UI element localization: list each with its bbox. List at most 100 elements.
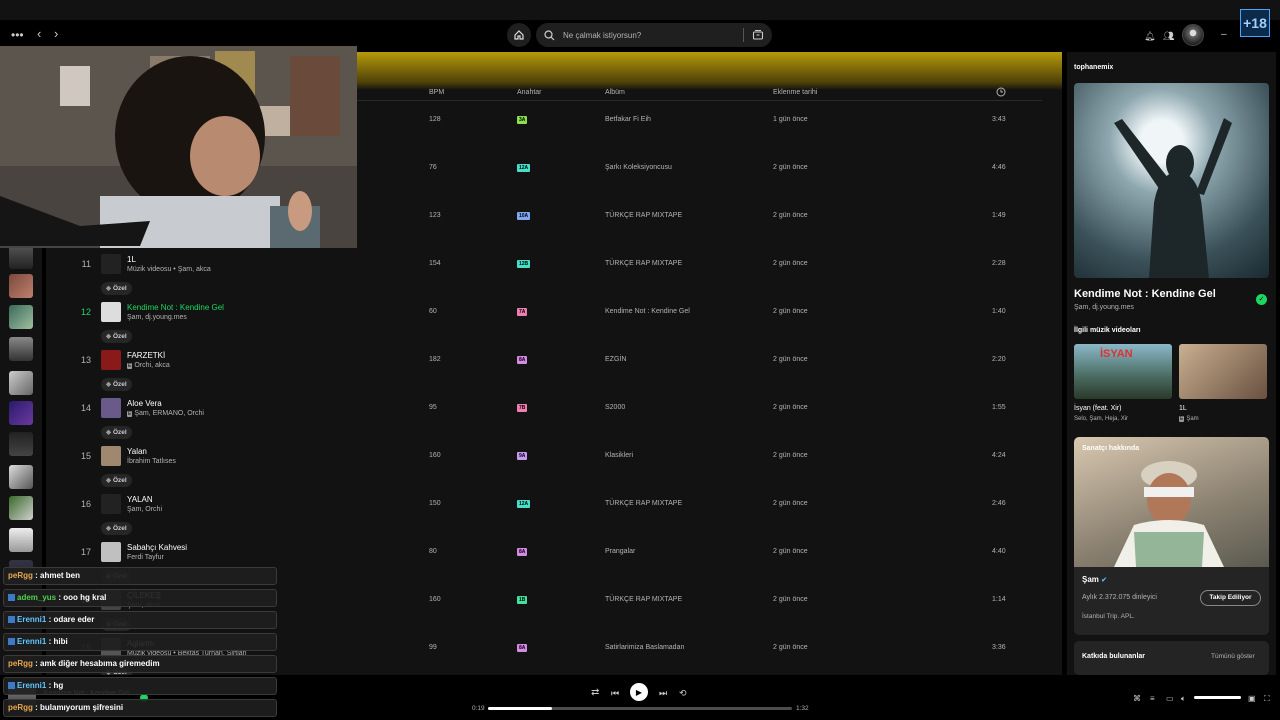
now-playing-artist[interactable]: Şam, dj.young.mes bbox=[1074, 304, 1134, 311]
table-row[interactable] bbox=[62, 492, 1042, 516]
table-row[interactable] bbox=[62, 348, 1042, 372]
search-input[interactable]: Ne çalmak istiyorsun? bbox=[536, 23, 772, 47]
ozel-tag-button[interactable]: ◆Özel bbox=[101, 378, 132, 391]
track-date-added: 2 gün önce bbox=[773, 596, 808, 603]
ozel-tag-button[interactable]: ◆Özel bbox=[101, 426, 132, 439]
track-artist[interactable]: Müzik videosu • Şam, akca bbox=[127, 266, 211, 273]
chat-username: adem_yus bbox=[17, 593, 57, 602]
lyrics-icon[interactable]: ⌘ bbox=[1133, 692, 1141, 706]
column-date-added[interactable]: Eklenme tarihi bbox=[773, 89, 817, 96]
play-pause-button[interactable]: ▶ bbox=[630, 683, 648, 701]
library-item[interactable] bbox=[9, 274, 33, 298]
ozel-tag-button[interactable]: ◆Özel bbox=[101, 330, 132, 343]
video-title[interactable]: 1L bbox=[1179, 405, 1187, 412]
track-title[interactable]: Aloe Vera bbox=[127, 399, 162, 408]
ozel-tag-button[interactable]: ◆Özel bbox=[101, 474, 132, 487]
video-thumb[interactable] bbox=[1179, 344, 1267, 399]
track-title[interactable]: 1L bbox=[127, 255, 136, 264]
fullscreen-icon[interactable]: ⛶ bbox=[1264, 692, 1270, 706]
track-album[interactable]: EZGİN bbox=[605, 356, 626, 363]
library-item[interactable] bbox=[9, 432, 33, 456]
about-artist-heading: Sanatçı hakkında bbox=[1082, 445, 1140, 452]
miniplayer-icon[interactable]: ▣ bbox=[1248, 692, 1256, 706]
track-album[interactable]: TÜRKÇE RAP MIXTAPE bbox=[605, 260, 682, 267]
browse-icon[interactable] bbox=[752, 29, 764, 41]
previous-icon[interactable]: ⏮︎ bbox=[611, 686, 619, 700]
friends-icon[interactable]: 👥︎ bbox=[1163, 29, 1174, 43]
show-all-link[interactable]: Tümünü göster bbox=[1211, 653, 1255, 660]
track-album[interactable]: Prangalar bbox=[605, 548, 635, 555]
column-key[interactable]: Anahtar bbox=[517, 89, 542, 96]
avatar[interactable] bbox=[1182, 24, 1204, 46]
artist-name[interactable]: Şam ✔ bbox=[1082, 575, 1107, 584]
ozel-label: Özel bbox=[113, 429, 127, 436]
ozel-tag-button[interactable]: ◆Özel bbox=[101, 522, 132, 535]
top-strip bbox=[0, 0, 1280, 20]
queue-icon[interactable]: ≡ bbox=[1150, 692, 1155, 706]
back-arrow-icon[interactable]: ‹ bbox=[37, 27, 41, 41]
bell-icon[interactable]: 🔔︎ bbox=[1144, 29, 1155, 43]
column-album[interactable]: Albüm bbox=[605, 89, 625, 96]
artist-description: İstanbul Trip. APL. bbox=[1082, 613, 1135, 620]
ozel-tag-button[interactable]: ◆Özel bbox=[101, 282, 132, 295]
devices-icon[interactable]: ▭ bbox=[1166, 692, 1174, 706]
track-title[interactable]: FARZETKİ bbox=[127, 351, 165, 360]
track-date-added: 2 gün önce bbox=[773, 404, 808, 411]
track-date-added: 2 gün önce bbox=[773, 452, 808, 459]
artist-photo bbox=[1074, 437, 1269, 567]
library-item[interactable] bbox=[9, 465, 33, 489]
table-row[interactable] bbox=[62, 540, 1042, 564]
artist-about-card[interactable]: Sanatçı hakkında Şam ✔ Aylık 2.372.075 d… bbox=[1074, 437, 1269, 635]
table-row[interactable] bbox=[62, 396, 1042, 420]
library-item[interactable] bbox=[9, 337, 33, 361]
more-options-icon[interactable]: ••• bbox=[11, 28, 24, 42]
shuffle-icon[interactable]: ⇄ bbox=[591, 686, 599, 700]
library-item[interactable] bbox=[9, 305, 33, 329]
key-badge: 10A bbox=[517, 212, 531, 220]
now-playing-title[interactable]: Kendime Not : Kendine Gel bbox=[1074, 288, 1216, 300]
volume-slider[interactable] bbox=[1194, 696, 1241, 699]
track-album[interactable]: TÜRKÇE RAP MIXTAPE bbox=[605, 596, 682, 603]
video-title[interactable]: İsyan (feat. Xir) bbox=[1074, 405, 1121, 412]
playlist-name[interactable]: tophanemix bbox=[1074, 64, 1113, 71]
follow-button[interactable]: Takip Ediliyor bbox=[1200, 590, 1261, 606]
video-thumb[interactable]: İSYAN bbox=[1074, 344, 1172, 399]
track-album[interactable]: Betfakar Fi Eih bbox=[605, 116, 651, 123]
next-icon[interactable]: ⏭︎ bbox=[659, 686, 667, 700]
track-title[interactable]: YALAN bbox=[127, 495, 153, 504]
track-album[interactable]: TÜRKÇE RAP MIXTAPE bbox=[605, 212, 682, 219]
column-bpm[interactable]: BPM bbox=[429, 89, 444, 96]
track-album[interactable]: Satirlarimiza Baslamadan bbox=[605, 644, 684, 651]
track-album[interactable]: Kendime Not : Kendine Gel bbox=[605, 308, 690, 315]
track-date-added: 1 gün önce bbox=[773, 116, 808, 123]
library-item[interactable] bbox=[9, 245, 33, 269]
track-album[interactable]: Klasikleri bbox=[605, 452, 633, 459]
saved-check-icon[interactable]: ✓ bbox=[1256, 294, 1267, 305]
track-artist[interactable]: E Şam, ERMANO, Orchi bbox=[127, 410, 204, 417]
volume-icon[interactable]: 🔈︎ bbox=[1181, 692, 1186, 706]
minimize-icon[interactable]: – bbox=[1221, 28, 1227, 42]
library-item[interactable] bbox=[9, 528, 33, 552]
library-item[interactable] bbox=[9, 401, 33, 425]
library-item[interactable] bbox=[9, 496, 33, 520]
track-album[interactable]: TÜRKÇE RAP MIXTAPE bbox=[605, 500, 682, 507]
forward-arrow-icon[interactable]: › bbox=[54, 27, 58, 41]
track-artist[interactable]: Ferdi Tayfur bbox=[127, 554, 164, 561]
track-title[interactable]: Kendime Not : Kendine Gel bbox=[127, 303, 224, 312]
library-item[interactable] bbox=[9, 371, 33, 395]
track-number: 14 bbox=[80, 403, 91, 413]
track-artist[interactable]: E Orchi, akca bbox=[127, 362, 170, 369]
table-row[interactable] bbox=[62, 444, 1042, 468]
track-artist[interactable]: İbrahim Tatlıses bbox=[127, 458, 176, 465]
track-album[interactable]: Şarkı Koleksiyoncusu bbox=[605, 164, 672, 171]
track-artist[interactable]: Şam, Orchi bbox=[127, 506, 162, 513]
track-title[interactable]: Yalan bbox=[127, 447, 147, 456]
home-button[interactable] bbox=[507, 23, 531, 47]
track-title[interactable]: Sabahçı Kahvesi bbox=[127, 543, 187, 552]
track-art bbox=[101, 350, 121, 370]
repeat-icon[interactable]: ⟲ bbox=[679, 686, 687, 700]
track-artist[interactable]: Şam, dj.young.mes bbox=[127, 314, 187, 321]
verified-icon: ✔ bbox=[1101, 577, 1108, 584]
key-badge: 8A bbox=[517, 644, 528, 652]
track-album[interactable]: S2000 bbox=[605, 404, 625, 411]
